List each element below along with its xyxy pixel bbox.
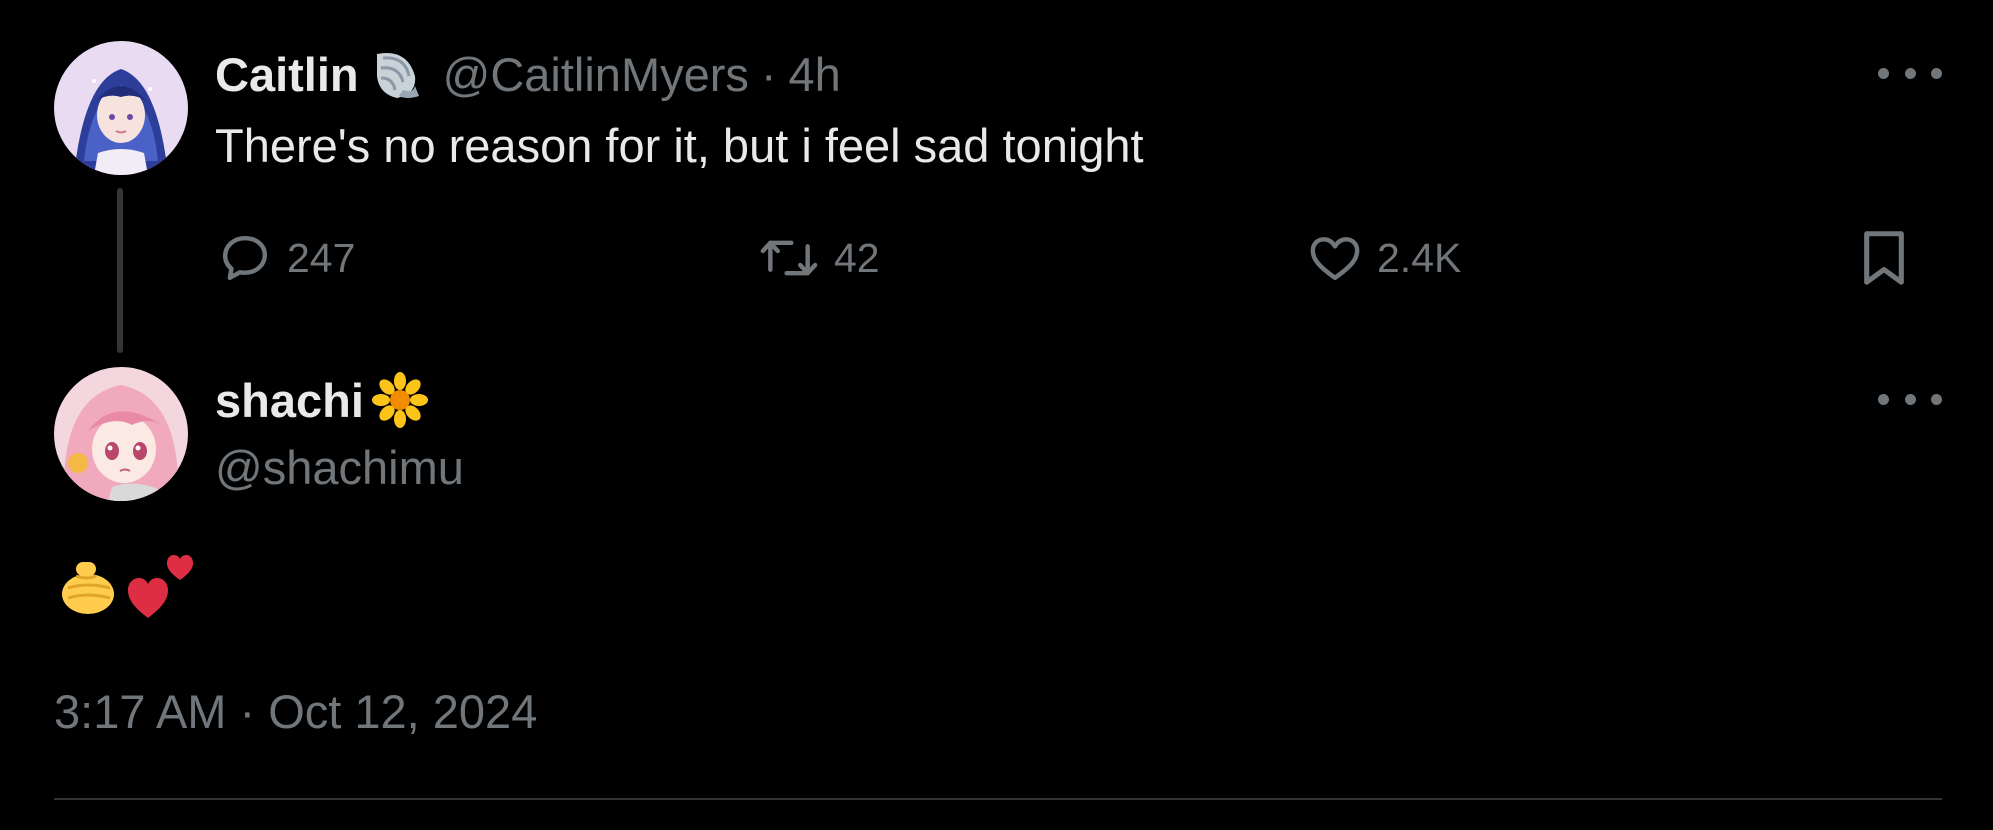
retweet-button[interactable]: 42 xyxy=(758,228,880,288)
retweet-count: 42 xyxy=(834,234,880,281)
more-dot-icon xyxy=(1931,67,1942,79)
separator-dot: · xyxy=(760,47,777,101)
like-count: 2.4K xyxy=(1377,234,1462,281)
reply-button[interactable]: 247 xyxy=(217,228,355,288)
blossom-icon xyxy=(371,372,428,428)
user-handle[interactable]: @CaitlinMyers xyxy=(443,47,749,102)
like-button[interactable]: 2.4K xyxy=(1307,228,1461,288)
tweet-header: Caitlin @CaitlinMyers · 4h xyxy=(215,46,841,102)
display-name[interactable]: shachi xyxy=(215,373,364,428)
retweet-icon xyxy=(760,240,818,276)
bookmark-button[interactable] xyxy=(1858,228,1910,288)
reply-timestamp[interactable]: 3:17 AM · Oct 12, 2024 xyxy=(54,684,537,739)
user-handle[interactable]: @shachimu xyxy=(215,440,464,495)
more-dot-icon xyxy=(1904,67,1916,79)
tweet-text: There's no reason for it, but i feel sad… xyxy=(215,119,1144,172)
more-dot-icon xyxy=(1904,393,1916,405)
divider xyxy=(54,798,1942,800)
spiral-shell-icon xyxy=(367,46,423,102)
more-dot-icon xyxy=(1878,393,1889,405)
more-dot-icon xyxy=(1931,393,1942,405)
two-hearts-icon xyxy=(128,555,193,618)
avatar-shachi[interactable] xyxy=(54,367,188,501)
avatar-caitlin[interactable] xyxy=(54,41,188,175)
heart-icon xyxy=(1310,237,1360,281)
more-dot-icon xyxy=(1878,67,1889,79)
reply-header: shachi xyxy=(215,372,428,428)
more-options-button[interactable] xyxy=(1878,58,1942,88)
reply-count: 247 xyxy=(287,234,356,281)
bookmark-icon xyxy=(1864,231,1904,285)
more-options-button[interactable] xyxy=(1878,384,1942,414)
reply-content xyxy=(54,548,198,620)
tweet-time[interactable]: 4h xyxy=(789,47,841,102)
thread-connector-line xyxy=(117,188,123,353)
display-name[interactable]: Caitlin xyxy=(215,47,359,102)
reply-icon xyxy=(222,235,268,281)
pointing-hand-icon xyxy=(62,562,114,614)
